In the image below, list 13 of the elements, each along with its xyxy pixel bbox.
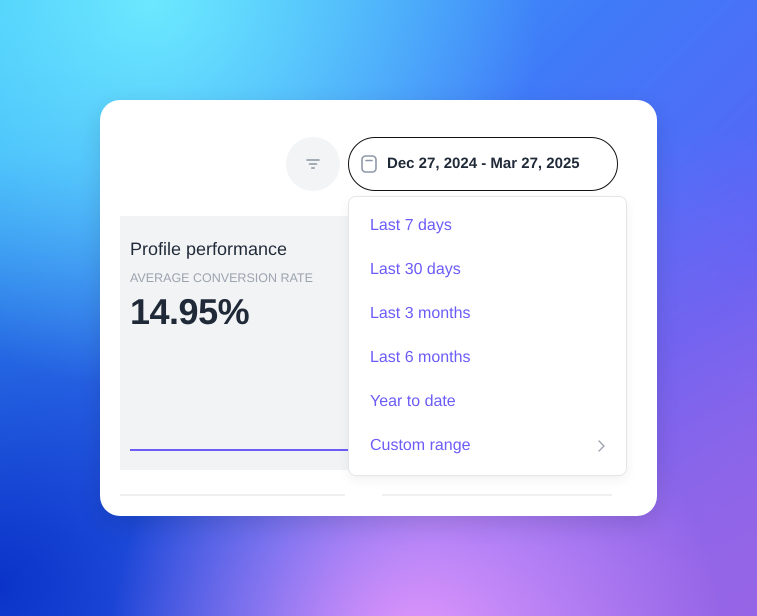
menu-item[interactable]: Last 6 months (349, 336, 626, 380)
menu-item[interactable]: Last 3 months (349, 292, 626, 336)
menu-item[interactable]: Custom range (349, 424, 626, 468)
chevron-right-icon (598, 440, 605, 452)
menu-item[interactable]: Last 7 days (349, 204, 626, 248)
menu-item[interactable]: Last 30 days (349, 248, 626, 292)
date-range-button[interactable]: Dec 27, 2024 - Mar 27, 2025 (348, 137, 618, 191)
panel-title: Profile performance (130, 238, 288, 260)
metric-label: AVERAGE CONVERSION RATE (130, 270, 313, 286)
metric-value: 14.95% (130, 292, 250, 332)
filter-icon (306, 159, 320, 169)
menu-item[interactable]: Year to date (349, 380, 626, 424)
calendar-icon (361, 155, 377, 173)
